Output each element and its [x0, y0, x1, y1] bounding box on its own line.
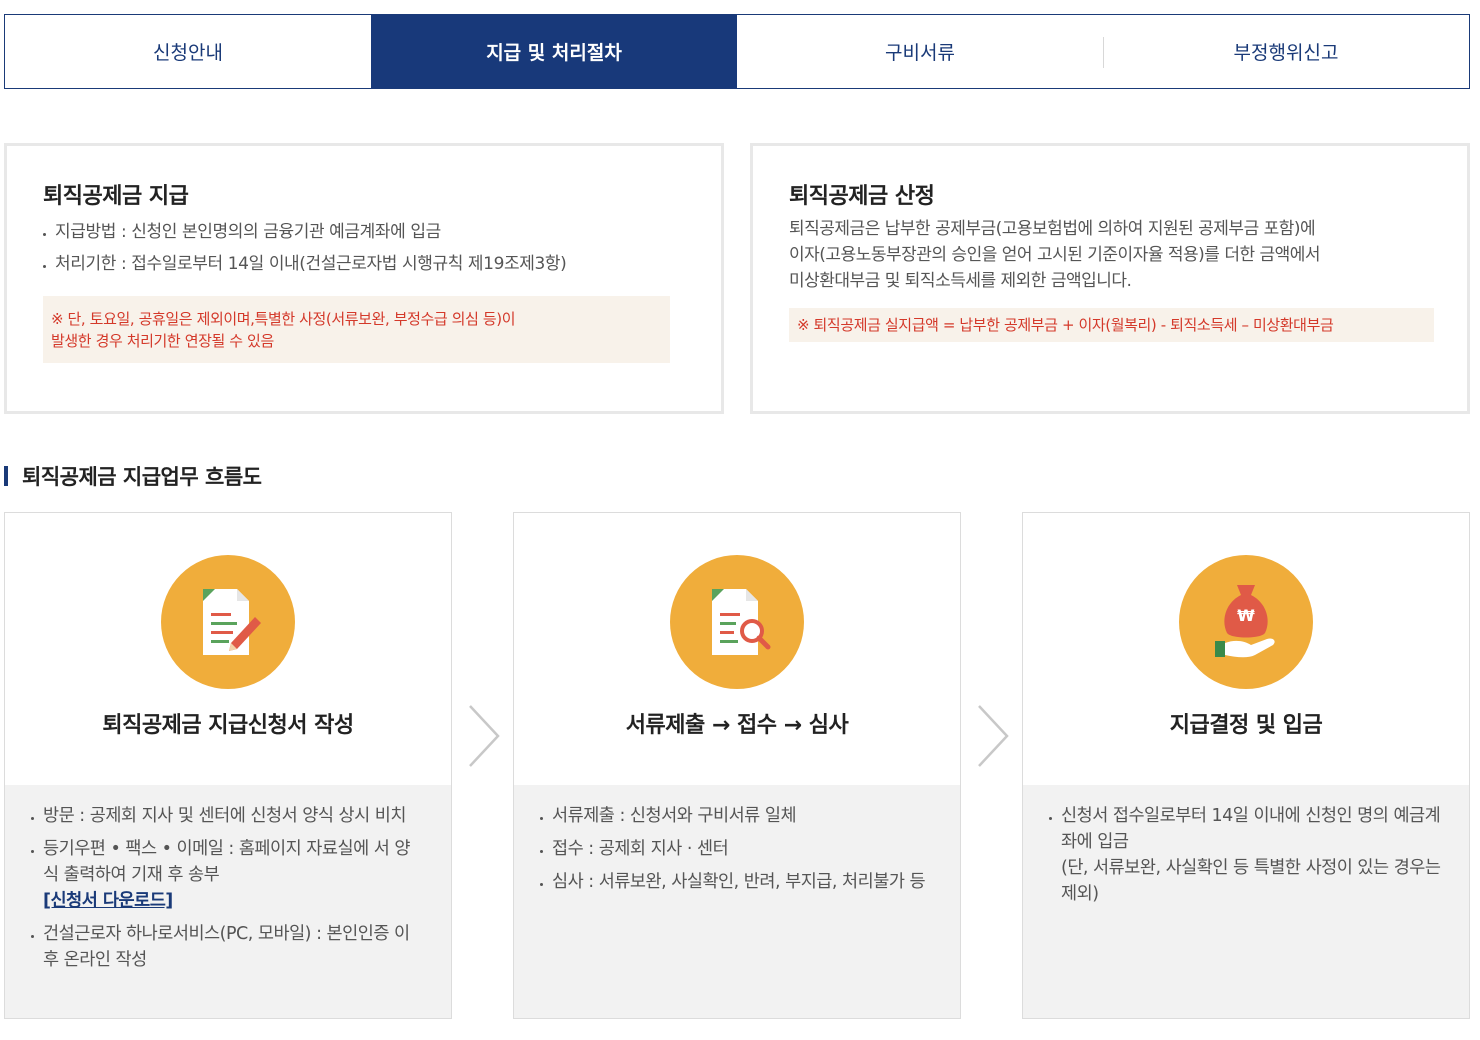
- chevron-right-icon: [978, 705, 1009, 767]
- flow-step-head: ₩ 지급결정 및 입금: [1023, 513, 1469, 785]
- list-item: 지급방법 : 신청인 본인명의의 금융기관 예금계좌에 입금: [43, 216, 685, 248]
- list-item-text: 등기우편 • 팩스 • 이메일 : 홈페이지 자료실에 서 양식 출력하여 기재…: [43, 839, 411, 885]
- list-item: 처리기한 : 접수일로부터 14일 이내(건설근로자법 시행규칙 제19조제3항…: [43, 248, 685, 280]
- list-item: 건설근로자 하나로서비스(PC, 모바일) : 본인인증 이후 온라인 작성: [31, 921, 423, 973]
- calculation-info-title: 퇴직공제금 산정: [789, 184, 935, 209]
- description-line: 미상환대부금 및 퇴직소득세를 제외한 금액입니다.: [789, 271, 1132, 291]
- flow-section-title: 퇴직공제금 지급업무 흐름도: [22, 465, 262, 489]
- tab-application-guide[interactable]: 신청안내: [5, 15, 371, 88]
- calculation-description: 퇴직공제금은 납부한 공제부금(고용보험법에 의하여 지원된 공제부금 포함)에…: [789, 216, 1431, 294]
- tab-payment-procedure[interactable]: 지급 및 처리절차: [371, 15, 737, 88]
- flow-step-head: 퇴직공제금 지급신청서 작성: [5, 513, 451, 785]
- description-line: 이자(고용노동부장관의 승인을 얻어 고시된 기준이자율 적용)를 더한 금액에…: [789, 245, 1321, 265]
- calculation-info-box: 퇴직공제금 산정 퇴직공제금은 납부한 공제부금(고용보험법에 의하여 지원된 …: [750, 143, 1470, 414]
- description-line: 퇴직공제금은 납부한 공제부금(고용보험법에 의하여 지원된 공제부금 포함)에: [789, 219, 1316, 239]
- list-item-text: (단, 서류보완, 사실확인 등 특별한 사정이 있는 경우는 제외): [1061, 858, 1441, 904]
- flow-step-title: 지급결정 및 입금: [1169, 713, 1323, 738]
- calculation-formula-note: ※ 퇴직공제금 실지급액 = 납부한 공제부금 + 이자(월복리) - 퇴직소득…: [789, 308, 1434, 342]
- payment-note-line: 발생한 경우 처리기한 연장될 수 있음: [51, 332, 274, 350]
- flow-step-head: 서류제출 → 접수 → 심사: [514, 513, 960, 785]
- document-search-icon: [670, 555, 804, 689]
- flow-step-body: 신청서 접수일로부터 14일 이내에 신청인 명의 예금계좌에 입금 (단, 서…: [1023, 785, 1469, 1018]
- chevron-right-icon: [469, 705, 500, 767]
- tab-required-documents[interactable]: 구비서류: [737, 15, 1103, 88]
- money-bag-hand-icon: ₩: [1179, 555, 1313, 689]
- tab-fraud-report[interactable]: 부정행위신고: [1103, 15, 1469, 88]
- flow-step-body: 방문 : 공제회 지사 및 센터에 신청서 양식 상시 비치 등기우편 • 팩스…: [5, 785, 451, 1018]
- tab-bar: 신청안내 지급 및 처리절차 구비서류 부정행위신고: [4, 14, 1470, 89]
- payment-note-line: ※ 단, 토요일, 공휴일은 제외이며,특별한 사정(서류보완, 부정수급 의심…: [51, 310, 516, 328]
- flow-step-body: 서류제출 : 신청서와 구비서류 일체 접수 : 공제회 지사 · 센터 심사 …: [514, 785, 960, 1018]
- application-download-link[interactable]: [신청서 다운로드]: [43, 888, 423, 914]
- document-write-icon: [161, 555, 295, 689]
- heading-bar: [4, 466, 8, 486]
- payment-note: ※ 단, 토요일, 공휴일은 제외이며,특별한 사정(서류보완, 부정수급 의심…: [43, 296, 670, 363]
- flow-step-card-1: 퇴직공제금 지급신청서 작성 방문 : 공제회 지사 및 센터에 신청서 양식 …: [4, 512, 452, 1019]
- list-item: 신청서 접수일로부터 14일 이내에 신청인 명의 예금계좌에 입금 (단, 서…: [1049, 803, 1441, 907]
- flow-step-card-2: 서류제출 → 접수 → 심사 서류제출 : 신청서와 구비서류 일체 접수 : …: [513, 512, 961, 1019]
- flow-step-title: 서류제출 → 접수 → 심사: [625, 713, 849, 738]
- list-item: 심사 : 서류보완, 사실확인, 반려, 부지급, 처리불가 등: [540, 869, 932, 895]
- flow-step-title: 퇴직공제금 지급신청서 작성: [102, 713, 354, 738]
- list-item: 방문 : 공제회 지사 및 센터에 신청서 양식 상시 비치: [31, 803, 423, 829]
- payment-info-title: 퇴직공제금 지급: [43, 184, 189, 209]
- payment-info-box: 퇴직공제금 지급 지급방법 : 신청인 본인명의의 금융기관 예금계좌에 입금 …: [4, 143, 724, 414]
- list-item: 접수 : 공제회 지사 · 센터: [540, 836, 932, 862]
- list-item-text: 신청서 접수일로부터 14일 이내에 신청인 명의 예금계좌에 입금: [1061, 806, 1441, 852]
- flow-step-card-3: ₩ 지급결정 및 입금 신청서 접수일로부터 14일 이내에 신청인 명의 예금…: [1022, 512, 1470, 1019]
- svg-text:₩: ₩: [1237, 606, 1255, 625]
- flow-section-heading: 퇴직공제금 지급업무 흐름도: [4, 462, 262, 490]
- payment-info-list: 지급방법 : 신청인 본인명의의 금융기관 예금계좌에 입금 처리기한 : 접수…: [43, 216, 685, 280]
- list-item: 등기우편 • 팩스 • 이메일 : 홈페이지 자료실에 서 양식 출력하여 기재…: [31, 836, 423, 914]
- list-item: 서류제출 : 신청서와 구비서류 일체: [540, 803, 932, 829]
